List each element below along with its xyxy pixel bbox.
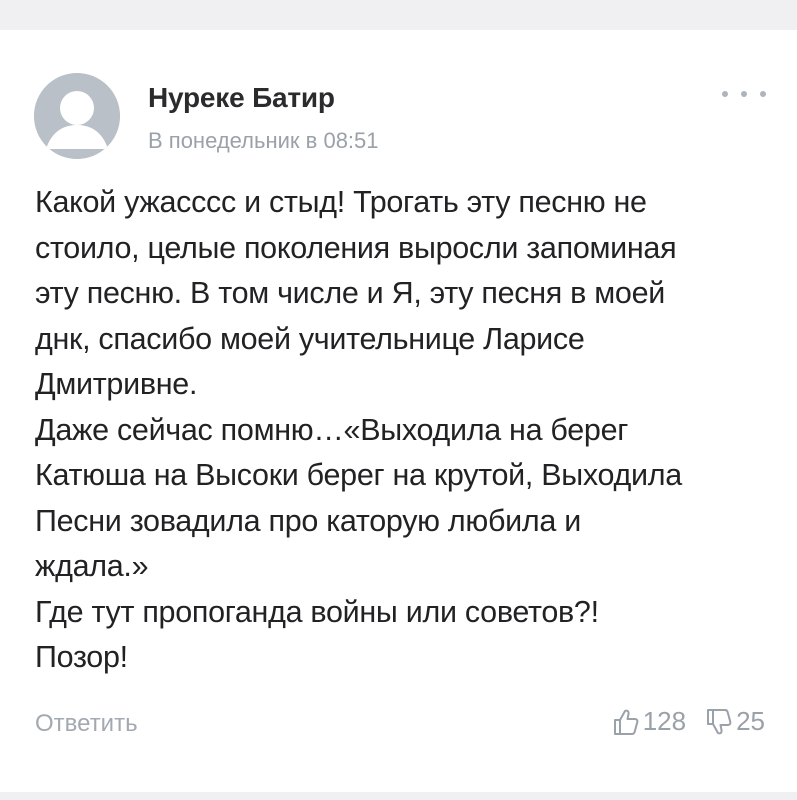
- like-button[interactable]: 128: [613, 706, 686, 737]
- more-dot-icon: [741, 91, 747, 97]
- comment-line: Песни зовадила про каторую любила и: [35, 503, 581, 538]
- default-user-icon: [34, 73, 120, 159]
- more-dot-icon: [722, 91, 728, 97]
- comment-line: стоило, целые поколения выросли запомина…: [35, 230, 677, 265]
- thumbs-up-icon: [613, 709, 639, 735]
- comment-line: Какой ужасссс и стыд! Трогать эту песню …: [35, 185, 647, 219]
- comment-line: Где тут пропоганда войны или советов?!: [35, 594, 599, 629]
- comment-text: Какой ужасссс и стыд! Трогать эту песню …: [35, 180, 775, 681]
- comment-line: Позор!: [35, 640, 128, 674]
- comment-line: Дмитривне.: [35, 367, 198, 401]
- dislike-count: 25: [736, 706, 765, 736]
- avatar[interactable]: [34, 73, 120, 159]
- comment-line: Даже сейчас помню…«Выходила на берег: [35, 412, 629, 447]
- comment-line: ждала.»: [35, 549, 149, 583]
- reply-button[interactable]: Ответить: [35, 710, 138, 738]
- comment-card: Нуреке Батир В понедельник в 08:51 Какой…: [0, 30, 797, 792]
- comment-line: эту песню. В том числе и Я, эту песня в …: [35, 276, 665, 310]
- more-dot-icon: [760, 91, 766, 97]
- author-name[interactable]: Нуреке Батир: [148, 82, 335, 114]
- page: Нуреке Батир В понедельник в 08:51 Какой…: [0, 0, 797, 800]
- comment-line: Катюша на Высоки берег на крутой, Выходи…: [35, 458, 682, 492]
- like-count: 128: [642, 706, 687, 736]
- comment-timestamp: В понедельник в 08:51: [148, 128, 379, 153]
- dislike-button[interactable]: 25: [706, 706, 765, 737]
- more-options-button[interactable]: [722, 82, 766, 106]
- comment-line: днк, спасибо моей учительнице Ларисе: [35, 321, 585, 356]
- thumbs-down-icon: [707, 708, 732, 734]
- reactions-bar: 128 25: [613, 706, 765, 737]
